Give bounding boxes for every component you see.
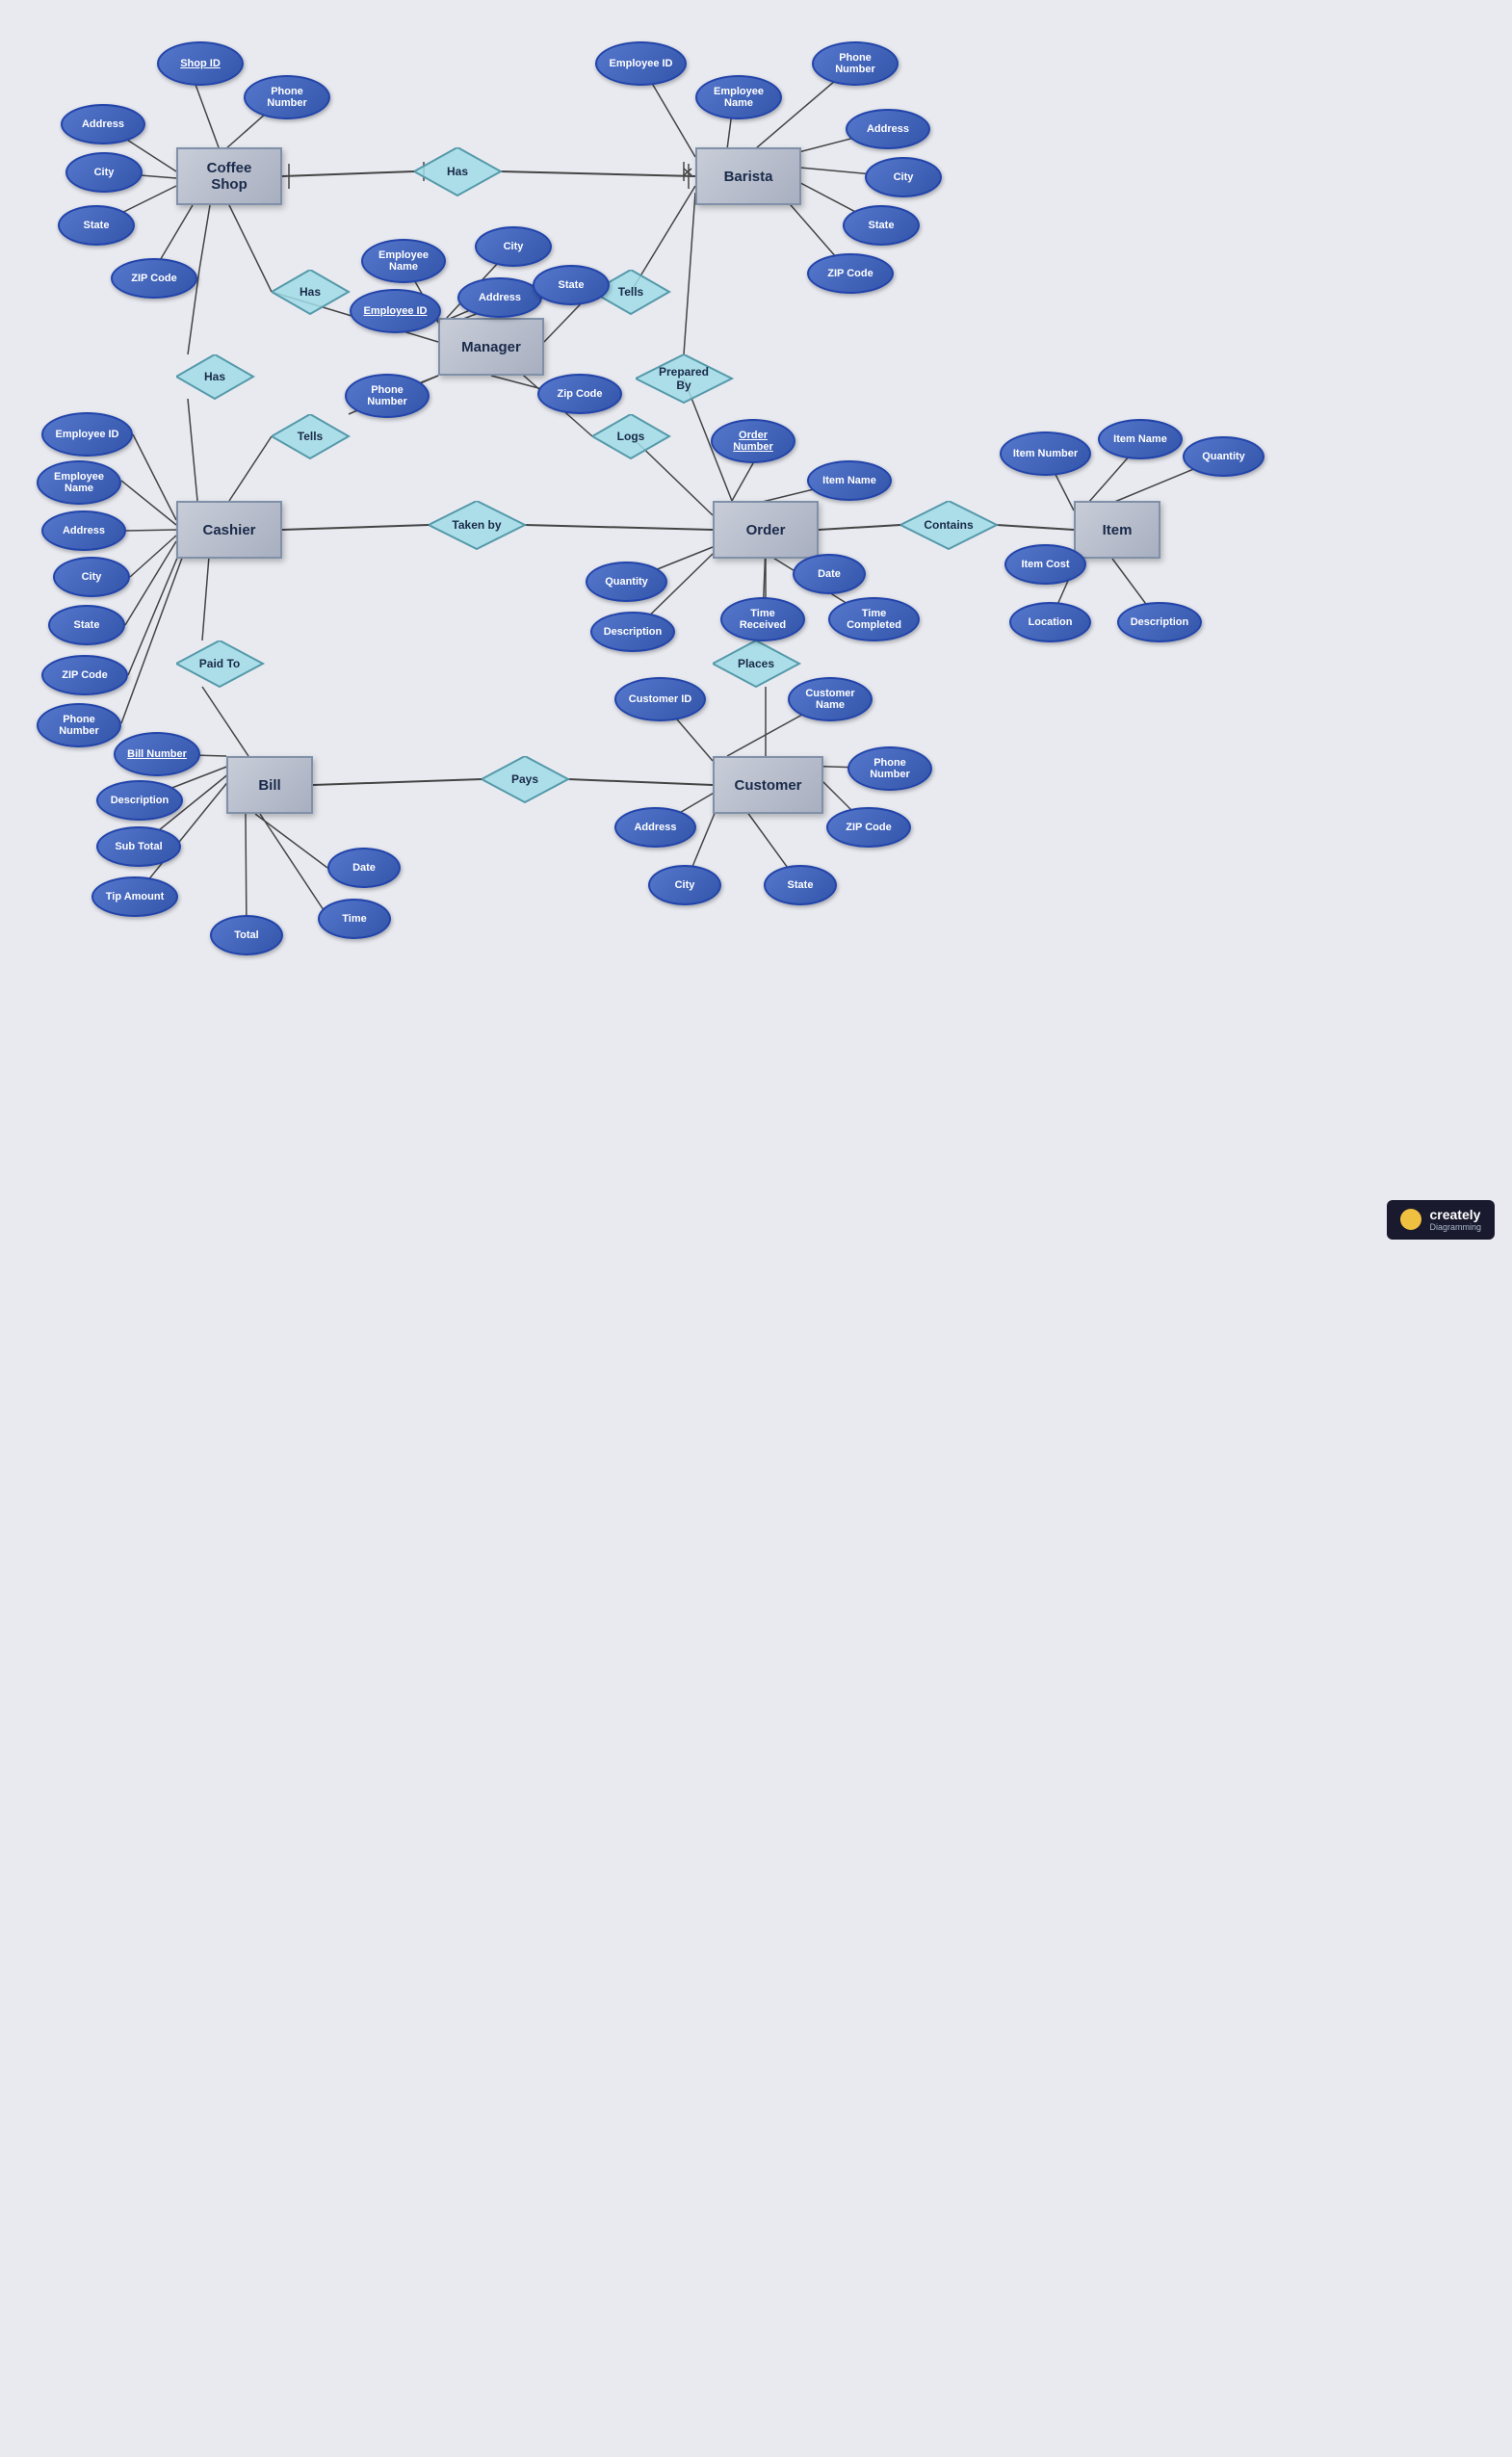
- attribute-m_address: Address: [457, 277, 542, 318]
- attribute-b_phone: PhoneNumber: [812, 41, 899, 86]
- attribute-bi_total: Total: [210, 915, 283, 955]
- attribute-bi_date: Date: [327, 848, 401, 888]
- attribute-ca_zip: ZIP Code: [41, 655, 128, 695]
- relationship-paidTo: Paid To: [176, 640, 263, 687]
- attribute-ca_address: Address: [41, 510, 126, 551]
- attribute-cu_city: City: [648, 865, 721, 905]
- entity-coffeeShop: CoffeeShop: [176, 147, 282, 205]
- relationship-contains: Contains: [900, 501, 997, 549]
- attribute-b_address: Address: [846, 109, 930, 149]
- attribute-o_date: Date: [793, 554, 866, 594]
- attribute-o_qty: Quantity: [586, 562, 667, 602]
- attribute-i_qty: Quantity: [1183, 436, 1264, 477]
- attribute-b_empname: EmployeeName: [695, 75, 782, 119]
- relationship-has1: Has: [414, 147, 501, 196]
- attribute-cu_address: Address: [614, 807, 696, 848]
- attribute-o_itemname: Item Name: [807, 460, 892, 501]
- attribute-m_state: State: [533, 265, 610, 305]
- attribute-m_empname: EmployeeName: [361, 239, 446, 283]
- attribute-b_zip: ZIP Code: [807, 253, 894, 294]
- attribute-ca_city: City: [53, 557, 130, 597]
- attribute-b_state: State: [843, 205, 920, 246]
- attribute-m_empid: Employee ID: [350, 289, 441, 333]
- attribute-b_city: City: [865, 157, 942, 197]
- attribute-ca_empname: EmployeeName: [37, 460, 121, 505]
- attribute-cs_zip: ZIP Code: [111, 258, 197, 299]
- attribute-ca_state: State: [48, 605, 125, 645]
- attribute-o_desc: Description: [590, 612, 675, 652]
- attribute-bi_time: Time: [318, 899, 391, 939]
- attribute-cs_address: Address: [61, 104, 145, 144]
- attribute-cu_state: State: [764, 865, 837, 905]
- attribute-cs_phone: PhoneNumber: [244, 75, 330, 119]
- attribute-cu_custid: Customer ID: [614, 677, 706, 721]
- attribute-i_location: Location: [1009, 602, 1091, 642]
- attribute-cu_phone: PhoneNumber: [847, 746, 932, 791]
- attribute-o_timecompleted: TimeCompleted: [828, 597, 920, 641]
- relationship-tells2: Tells: [272, 414, 349, 458]
- attribute-i_itemname: Item Name: [1098, 419, 1183, 459]
- attribute-cs_shopid: Shop ID: [157, 41, 244, 86]
- attribute-cs_state: State: [58, 205, 135, 246]
- attribute-ca_phone: PhoneNumber: [37, 703, 121, 747]
- er-diagram: CoffeeShopBaristaManagerCashierOrderItem…: [0, 0, 1512, 1257]
- relationship-has2: Has: [272, 270, 349, 314]
- attribute-i_desc: Description: [1117, 602, 1202, 642]
- relationship-logs: Logs: [592, 414, 669, 458]
- attribute-m_phone: PhoneNumber: [345, 374, 430, 418]
- attribute-i_itemnum: Item Number: [1000, 431, 1091, 476]
- relationship-preparedBy: PreparedBy: [636, 354, 732, 403]
- attribute-m_city: City: [475, 226, 552, 267]
- relationship-pays: Pays: [482, 756, 568, 802]
- attribute-bi_billnum: Bill Number: [114, 732, 200, 776]
- attribute-o_ordernum: OrderNumber: [711, 419, 795, 463]
- attribute-cu_zip: ZIP Code: [826, 807, 911, 848]
- attribute-cs_city: City: [65, 152, 143, 193]
- attribute-cu_custname: CustomerName: [788, 677, 873, 721]
- attribute-bi_subtotal: Sub Total: [96, 826, 181, 867]
- attribute-i_itemcost: Item Cost: [1004, 544, 1086, 585]
- attribute-bi_desc: Description: [96, 780, 183, 821]
- attribute-b_empid: Employee ID: [595, 41, 687, 86]
- attribute-bi_tipamt: Tip Amount: [91, 876, 178, 917]
- attribute-m_zip: Zip Code: [537, 374, 622, 414]
- relationship-takenBy: Taken by: [429, 501, 525, 549]
- relationship-has3: Has: [176, 354, 253, 399]
- attribute-o_timereceived: TimeReceived: [720, 597, 805, 641]
- attribute-ca_empid: Employee ID: [41, 412, 133, 457]
